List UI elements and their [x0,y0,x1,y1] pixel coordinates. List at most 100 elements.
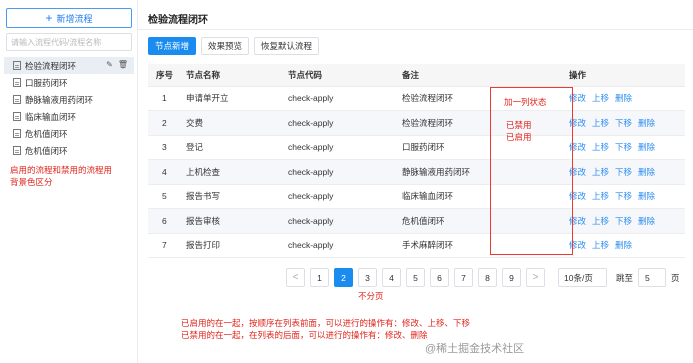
page-number-button[interactable]: 2 [334,268,353,287]
row-op-link[interactable]: 修改 [569,167,586,177]
row-op-link[interactable]: 删除 [615,240,632,250]
prev-page-button[interactable]: < [286,268,305,287]
page-number-button[interactable]: 7 [454,268,473,287]
flow-list: 检验流程闭环 ✎ 🗑 口服药闭环 静脉输液用药闭环 临床输血闭环 危机值闭环 危… [4,57,134,159]
row-op-link[interactable]: 删除 [638,191,655,201]
row-node-code: check-apply [288,135,402,160]
row-op-link[interactable]: 上移 [592,93,609,103]
flow-item[interactable]: 危机值闭环 [4,125,134,142]
page-number-button[interactable]: 1 [310,268,329,287]
bottom-annotation-line: 已启用的在一起，按顺序在列表前面，可以进行的操作有：修改、上移、下移 [181,318,471,328]
annotation-status-values: 已禁用 已启用 [506,119,532,143]
row-node-name: 报告打印 [182,233,288,258]
row-note: 口服药闭环 [402,135,569,160]
file-icon [13,61,21,70]
flow-item[interactable]: 静脉输液用药闭环 [4,91,134,108]
table-row: 5 报告书写 check-apply 临床输血闭环 修改 上移 下移 删除 [148,184,685,209]
goto-page-input[interactable] [638,268,667,287]
next-page-button[interactable]: > [526,268,545,287]
file-icon [13,129,21,138]
row-op-link[interactable]: 上移 [592,191,609,201]
file-icon [13,146,21,155]
add-flow-button[interactable]: + 新增流程 [6,8,132,28]
row-op-link[interactable]: 删除 [615,93,632,103]
sidebar: + 新增流程 检验流程闭环 ✎ 🗑 口服药闭环 静脉输液用药闭环 临床输血闭环 … [0,0,138,363]
row-node-code: check-apply [288,86,402,111]
row-op-link[interactable]: 上移 [592,216,609,226]
page-number-button[interactable]: 8 [478,268,497,287]
row-op-link[interactable]: 修改 [569,118,586,128]
row-op-link[interactable]: 上移 [592,240,609,250]
main-panel: 检验流程闭环 节点新增 效果预览 恢复默认流程 序号 节点名称 节点代码 备注 … [138,0,693,363]
row-op-link[interactable]: 下移 [615,191,632,201]
table-row: 3 登记 check-apply 口服药闭环 修改 上移 下移 删除 [148,135,685,160]
row-ops: 修改 上移 下移 删除 [569,184,685,209]
flow-item[interactable]: 检验流程闭环 ✎ 🗑 [4,57,134,74]
row-no: 6 [148,208,182,234]
row-op-link[interactable]: 上移 [592,118,609,128]
edit-icon[interactable]: ✎ [106,60,113,69]
flow-item-label: 危机值闭环 [25,145,68,156]
file-icon [13,112,21,121]
watermark-text: @稀土掘金技术社区 [425,343,525,355]
row-node-code: check-apply [288,233,402,258]
preview-button[interactable]: 效果预览 [201,37,250,55]
header-no: 序号 [148,64,182,87]
flow-item-label: 临床输血闭环 [25,111,77,122]
row-op-link[interactable]: 删除 [638,142,655,152]
flow-item[interactable]: 临床输血闭环 [4,108,134,125]
row-op-link[interactable]: 上移 [592,167,609,177]
row-op-link[interactable]: 删除 [638,216,655,226]
row-ops: 修改 上移 下移 删除 [569,135,685,160]
page-number-button[interactable]: 4 [382,268,401,287]
page-number-button[interactable]: 6 [430,268,449,287]
header-code: 节点代码 [288,64,402,87]
row-op-link[interactable]: 下移 [615,216,632,226]
row-node-name: 报告书写 [182,184,288,209]
row-node-name: 报告审核 [182,208,288,234]
page-numbers: 123456789 [310,268,521,287]
row-note: 静脉输液用药闭环 [402,159,569,185]
row-op-link[interactable]: 修改 [569,191,586,201]
row-op-link[interactable]: 下移 [615,167,632,177]
flow-item-label: 检验流程闭环 [25,60,77,71]
trash-icon[interactable]: 🗑 [118,60,128,69]
page-number-button[interactable]: 3 [358,268,377,287]
row-ops: 修改 上移 下移 删除 [569,110,685,136]
restore-default-button[interactable]: 恢复默认流程 [254,37,320,55]
page-number-button[interactable]: 5 [406,268,425,287]
node-table: 序号 节点名称 节点代码 备注 操作 1 申请单开立 check-apply 检验流程… [148,64,685,258]
row-note: 危机值闭环 [402,208,569,234]
annotation-add-status: 加一列状态 [504,97,547,107]
row-no: 5 [148,184,182,209]
add-node-button[interactable]: 节点新增 [148,37,197,55]
row-no: 4 [148,159,182,185]
row-ops: 修改 上移 下移 删除 [569,208,685,234]
row-op-link[interactable]: 修改 [569,216,586,226]
row-op-link[interactable]: 修改 [569,240,586,250]
goto-suffix: 页 [671,272,680,283]
flow-item[interactable]: 口服药闭环 [4,74,134,91]
row-op-link[interactable]: 删除 [638,118,655,128]
divider [138,29,693,30]
table-row: 1 申请单开立 check-apply 检验流程闭环 修改 上移 删除 [148,86,685,111]
row-op-link[interactable]: 修改 [569,93,586,103]
table-row: 7 报告打印 check-apply 手术麻醉闭环 修改 上移 删除 [148,233,685,258]
page-title: 检验流程闭环 [148,15,208,26]
table-row: 6 报告审核 check-apply 危机值闭环 修改 上移 下移 删除 [148,208,685,234]
row-node-name: 登记 [182,135,288,160]
row-note: 手术麻醉闭环 [402,233,569,258]
page-number-button[interactable]: 9 [502,268,521,287]
row-no: 3 [148,135,182,160]
flow-item[interactable]: 危机值闭环 [4,142,134,159]
table-header-row: 序号 节点名称 节点代码 备注 操作 [148,64,685,87]
row-op-link[interactable]: 删除 [638,167,655,177]
flow-search-input[interactable] [6,33,132,51]
row-op-link[interactable]: 下移 [615,142,632,152]
watermark: @稀土掘金技术社区 [425,340,524,356]
row-op-link[interactable]: 下移 [615,118,632,128]
row-op-link[interactable]: 修改 [569,142,586,152]
goto-label: 跳至 [616,272,634,283]
page-size-select[interactable]: 10条/页 [558,268,607,287]
row-op-link[interactable]: 上移 [592,142,609,152]
